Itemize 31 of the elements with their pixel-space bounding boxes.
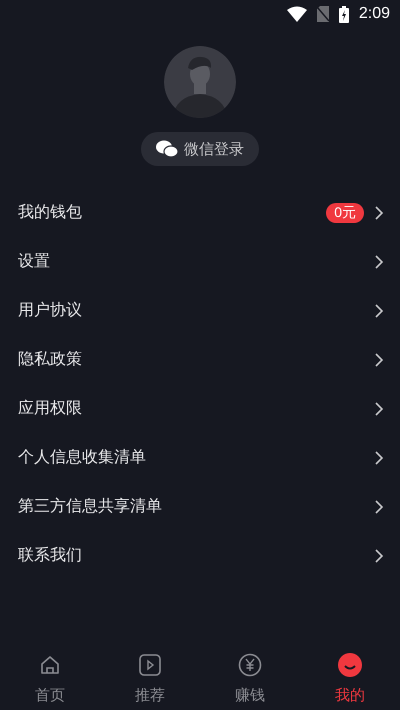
nav-tab[interactable]: 推荐 <box>100 640 200 710</box>
clock: 2:09 <box>358 5 390 23</box>
chevron-right-icon <box>374 254 384 268</box>
chevron-right-icon <box>374 548 384 562</box>
menu-item[interactable]: 应用权限 <box>0 384 400 433</box>
chat-bubbles-icon <box>156 140 178 158</box>
nav-tab[interactable]: 赚钱 <box>200 640 300 710</box>
wifi-icon <box>286 6 307 22</box>
balance-badge: 0元 <box>326 202 364 222</box>
play-icon <box>137 652 163 678</box>
smiley-icon <box>337 652 363 678</box>
menu-item[interactable]: 第三方信息共享清单 <box>0 482 400 531</box>
chevron-right-icon <box>374 352 384 366</box>
wechat-login-button[interactable]: 微信登录 <box>141 132 259 166</box>
battery-charging-icon <box>338 6 349 22</box>
menu-item[interactable]: 我的钱包 0元 <box>0 188 400 237</box>
menu-item[interactable]: 隐私政策 <box>0 335 400 384</box>
chevron-right-icon <box>374 304 384 318</box>
avatar <box>164 46 236 118</box>
no-sim-icon <box>316 6 329 22</box>
yuan-icon <box>237 652 263 678</box>
nav-tab[interactable]: 首页 <box>0 640 100 710</box>
menu-item[interactable]: 个人信息收集清单 <box>0 433 400 482</box>
chevron-right-icon <box>374 206 384 220</box>
menu-item[interactable]: 用户协议 <box>0 286 400 335</box>
nav-tab[interactable]: 我的 <box>300 640 400 710</box>
menu-item[interactable]: 设置 <box>0 237 400 286</box>
chevron-right-icon <box>374 500 384 514</box>
chevron-right-icon <box>374 402 384 416</box>
menu-item[interactable]: 联系我们 <box>0 531 400 580</box>
chevron-right-icon <box>374 450 384 464</box>
